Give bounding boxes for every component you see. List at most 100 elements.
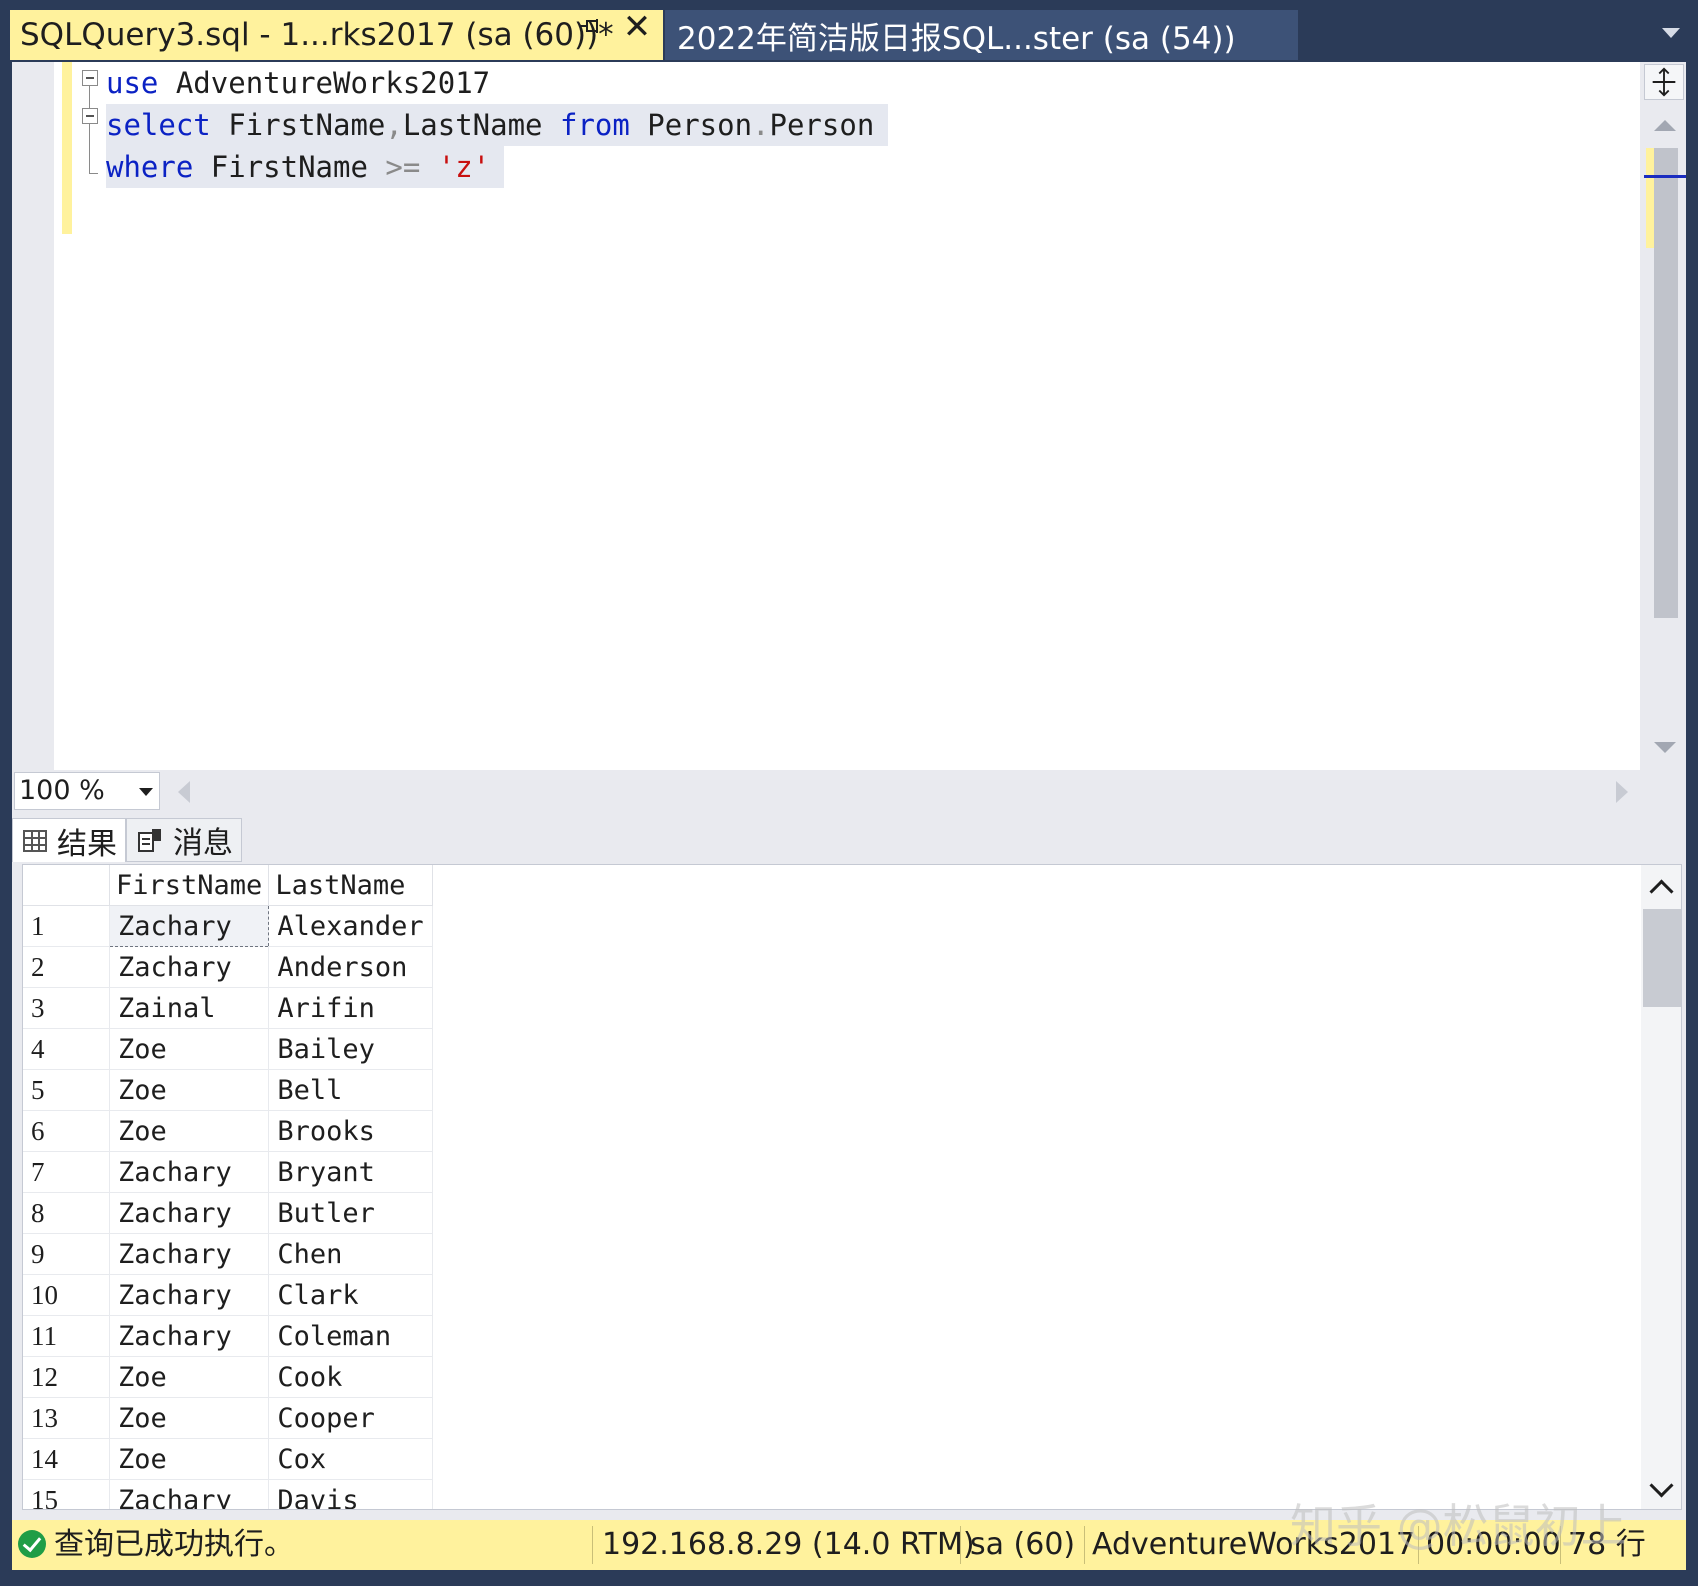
table-row[interactable]: 7 Zachary Bryant <box>23 1151 433 1193</box>
grid-vertical-scrollbar[interactable] <box>1641 865 1681 1509</box>
identifier: Person <box>629 108 753 142</box>
tab-sqlquery3[interactable]: SQLQuery3.sql - 1...rks2017 (sa (60))* <box>10 10 663 60</box>
cell-lastname[interactable]: Bell <box>268 1069 433 1111</box>
table-row[interactable]: 5 Zoe Bell <box>23 1069 433 1111</box>
scroll-left-icon[interactable] <box>178 781 190 803</box>
cell-firstname[interactable]: Zoe <box>109 1110 270 1152</box>
row-number[interactable]: 2 <box>23 946 110 988</box>
table-row[interactable]: 10 Zachary Clark <box>23 1274 433 1316</box>
row-number[interactable]: 9 <box>23 1233 110 1275</box>
scroll-up-icon[interactable] <box>1654 120 1676 131</box>
collapse-icon[interactable] <box>82 108 98 124</box>
row-number[interactable]: 6 <box>23 1110 110 1152</box>
cell-firstname[interactable]: Zachary <box>109 1274 270 1316</box>
cell-firstname[interactable]: Zachary <box>109 1315 270 1357</box>
tab-messages[interactable]: 消息 <box>126 818 242 862</box>
zoom-and-hscroll-row: 100 % <box>12 770 1686 812</box>
row-number[interactable]: 3 <box>23 987 110 1029</box>
row-number[interactable]: 13 <box>23 1397 110 1439</box>
row-number[interactable]: 14 <box>23 1438 110 1480</box>
code-line-1[interactable]: use AdventureWorks2017 <box>106 62 490 104</box>
cell-lastname[interactable]: Alexander <box>268 905 433 947</box>
table-row[interactable]: 15 Zachary Davis <box>23 1479 433 1509</box>
column-header[interactable]: FirstName <box>109 865 270 906</box>
row-number[interactable]: 8 <box>23 1192 110 1234</box>
results-table: FirstName LastName 1 Zachary Alexander 2 Zac… <box>23 865 433 1509</box>
identifier: LastName <box>402 108 560 142</box>
cell-lastname[interactable]: Coleman <box>268 1315 433 1357</box>
table-row[interactable]: 1 Zachary Alexander <box>23 905 433 947</box>
cell-lastname[interactable]: Arifin <box>268 987 433 1029</box>
table-row[interactable]: 11 Zachary Coleman <box>23 1315 433 1357</box>
table-row[interactable]: 2 Zachary Anderson <box>23 946 433 988</box>
pin-icon[interactable] <box>578 16 604 40</box>
table-row[interactable]: 8 Zachary Butler <box>23 1192 433 1234</box>
cell-lastname[interactable]: Bailey <box>268 1028 433 1070</box>
cell-lastname[interactable]: Chen <box>268 1233 433 1275</box>
identifier: FirstName <box>210 108 386 142</box>
table-row[interactable]: 12 Zoe Cook <box>23 1356 433 1398</box>
cell-lastname[interactable]: Clark <box>268 1274 433 1316</box>
scroll-down-icon[interactable] <box>1654 742 1676 753</box>
keyword: use <box>106 66 159 100</box>
row-number-header[interactable] <box>23 865 110 906</box>
table-row[interactable]: 14 Zoe Cox <box>23 1438 433 1480</box>
chevron-down-icon[interactable] <box>1649 1473 1674 1498</box>
tab-daily-report[interactable]: 2022年简洁版日报SQL...ster (sa (54)) <box>665 10 1298 60</box>
code-line-2[interactable]: select FirstName,LastName from Person.Pe… <box>106 104 888 146</box>
cell-firstname[interactable]: Zoe <box>109 1438 270 1480</box>
cell-firstname[interactable]: Zoe <box>109 1069 270 1111</box>
tab-list-dropdown-icon[interactable] <box>1662 28 1680 38</box>
cell-lastname[interactable]: Cox <box>268 1438 433 1480</box>
row-number[interactable]: 12 <box>23 1356 110 1398</box>
cell-firstname[interactable]: Zachary <box>109 1233 270 1275</box>
cell-firstname[interactable]: Zachary <box>109 1151 270 1193</box>
tab-results[interactable]: 结果 <box>12 818 126 862</box>
table-row[interactable]: 13 Zoe Cooper <box>23 1397 433 1439</box>
zoom-select[interactable]: 100 % <box>14 772 160 810</box>
cell-firstname[interactable]: Zachary <box>109 1192 270 1234</box>
row-number[interactable]: 10 <box>23 1274 110 1316</box>
change-tracking-bar <box>62 62 72 234</box>
code-line-3[interactable]: where FirstName >= 'z' <box>106 146 504 188</box>
chevron-up-icon[interactable] <box>1649 879 1674 904</box>
cell-firstname[interactable]: Zoe <box>109 1356 270 1398</box>
table-row[interactable]: 3 Zainal Arifin <box>23 987 433 1029</box>
status-message: 查询已成功执行。 <box>54 1527 294 1562</box>
row-number[interactable]: 5 <box>23 1069 110 1111</box>
cell-lastname[interactable]: Butler <box>268 1192 433 1234</box>
scrollbar-thumb[interactable] <box>1643 909 1681 1007</box>
cell-lastname[interactable]: Davis <box>268 1479 433 1509</box>
table-row[interactable]: 6 Zoe Brooks <box>23 1110 433 1152</box>
cell-lastname[interactable]: Anderson <box>268 946 433 988</box>
results-grid[interactable]: FirstName LastName 1 Zachary Alexander 2 Zac… <box>22 864 1682 1510</box>
split-window-icon[interactable] <box>1644 64 1684 100</box>
row-number[interactable]: 11 <box>23 1315 110 1357</box>
scrollbar-thumb[interactable] <box>1654 148 1678 618</box>
punctuation: , <box>385 108 403 142</box>
row-number[interactable]: 4 <box>23 1028 110 1070</box>
cell-firstname[interactable]: Zoe <box>109 1028 270 1070</box>
cell-lastname[interactable]: Cooper <box>268 1397 433 1439</box>
collapse-icon[interactable] <box>82 70 98 86</box>
change-marker <box>1646 148 1654 248</box>
row-number[interactable]: 15 <box>23 1479 110 1509</box>
cell-firstname[interactable]: Zachary <box>109 1479 270 1509</box>
tab-title: SQLQuery3.sql - 1...rks2017 (sa (60))* <box>20 17 614 53</box>
cell-lastname[interactable]: Cook <box>268 1356 433 1398</box>
cell-firstname[interactable]: Zoe <box>109 1397 270 1439</box>
tab-label: 结果 <box>57 826 117 862</box>
cell-lastname[interactable]: Bryant <box>268 1151 433 1193</box>
close-icon[interactable]: ✕ <box>622 10 652 44</box>
cell-firstname[interactable]: Zachary <box>108 905 270 947</box>
column-header[interactable]: LastName <box>268 865 433 906</box>
table-row[interactable]: 4 Zoe Bailey <box>23 1028 433 1070</box>
row-number[interactable]: 7 <box>23 1151 110 1193</box>
row-number[interactable]: 1 <box>23 905 110 947</box>
scroll-right-icon[interactable] <box>1616 781 1628 803</box>
cell-firstname[interactable]: Zachary <box>109 946 270 988</box>
cell-firstname[interactable]: Zainal <box>109 987 270 1029</box>
table-row[interactable]: 9 Zachary Chen <box>23 1233 433 1275</box>
query-editor[interactable]: use AdventureWorks2017 select FirstName,… <box>12 62 1686 770</box>
cell-lastname[interactable]: Brooks <box>268 1110 433 1152</box>
